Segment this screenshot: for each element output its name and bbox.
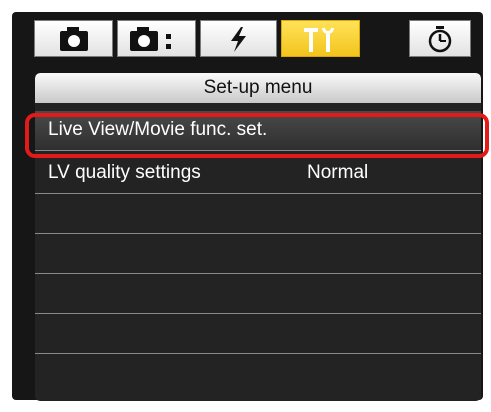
tab-my-menu-timer[interactable] xyxy=(409,20,471,57)
wrench-icon xyxy=(304,28,334,52)
menu-item-empty xyxy=(35,234,481,274)
tab-flash[interactable] xyxy=(200,20,277,57)
tab-shooting-1[interactable] xyxy=(34,20,113,57)
camera-icon xyxy=(60,27,88,51)
menu-title: Set-up menu xyxy=(35,73,481,103)
menu-item-label: LV quality settings xyxy=(48,162,201,183)
tab-setup[interactable] xyxy=(281,20,360,57)
menu-item-label: Live View/Movie func. set. xyxy=(48,119,268,140)
menu-item-empty xyxy=(35,314,481,354)
timer-icon xyxy=(428,26,452,53)
menu-item-empty xyxy=(35,194,481,234)
menu-item-lv-quality[interactable]: LV quality settings Normal xyxy=(35,154,481,194)
setup-menu-panel: Set-up menu Live View/Movie func. set. L… xyxy=(35,73,481,401)
menu-item-value: Normal xyxy=(307,162,369,183)
camera-settings-icon xyxy=(130,27,171,51)
flash-icon xyxy=(231,27,246,52)
menu-item-live-view-movie[interactable]: Live View/Movie func. set. xyxy=(35,111,481,151)
tab-shooting-2[interactable] xyxy=(117,20,196,57)
menu-item-empty xyxy=(35,274,481,314)
